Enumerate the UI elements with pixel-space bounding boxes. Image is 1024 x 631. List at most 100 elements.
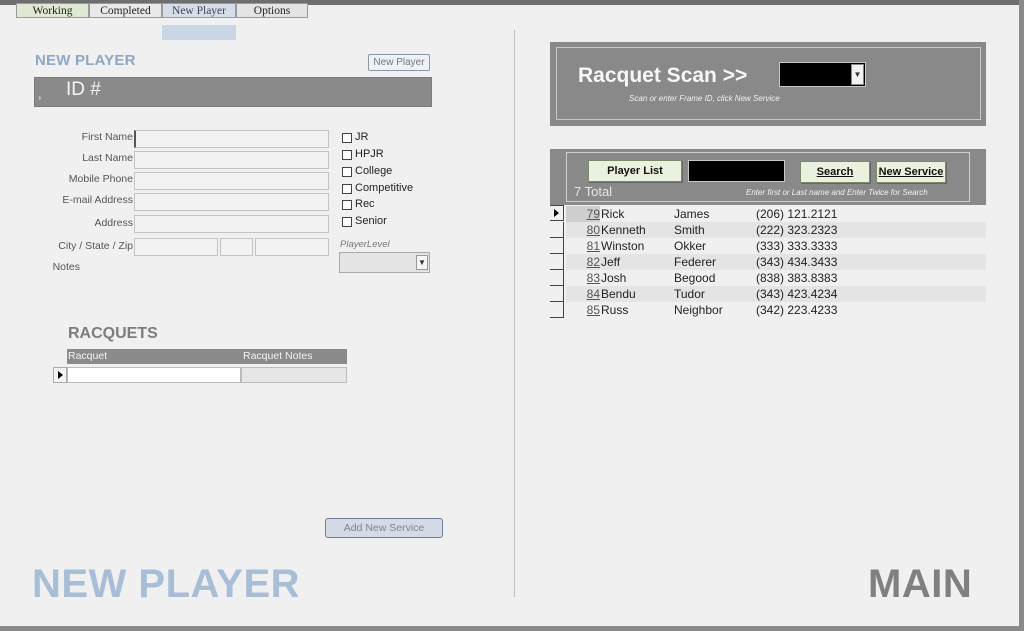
first-name-cell: Rick (601, 207, 625, 221)
email-label: E-mail Address (62, 194, 133, 206)
last-name-cell: Begood (674, 271, 716, 285)
phone-cell: (343) 423.4234 (756, 287, 838, 301)
player-list-button[interactable]: Player List (588, 160, 682, 182)
table-row[interactable]: 79 Rick James (206) 121.2121 (566, 206, 986, 222)
first-name-cell: Jeff (601, 255, 621, 269)
footer-label-main: MAIN (868, 562, 973, 606)
checkbox-icon[interactable] (342, 217, 352, 227)
city-field[interactable] (134, 238, 218, 256)
racquet-scan-title: Racquet Scan >> (578, 64, 748, 87)
last-name-cell: Neighbor (674, 303, 723, 317)
tab-new-player[interactable]: New Player (162, 3, 236, 18)
first-name-cell: Russ (601, 303, 629, 317)
tab-working[interactable]: Working (16, 3, 89, 18)
checkbox-icon[interactable] (342, 150, 352, 160)
last-name-label: Last Name (82, 152, 133, 164)
table-row[interactable]: 84 Bendu Tudor (343) 423.4234 (566, 286, 986, 302)
new-player-button[interactable]: New Player (368, 54, 430, 71)
racquet-cell[interactable] (67, 367, 241, 383)
phone-cell: (343) 434.3433 (756, 255, 838, 269)
add-new-service-button[interactable]: Add New Service (325, 518, 443, 538)
first-name-cell: Kenneth (601, 223, 646, 237)
table-row[interactable]: 85 Russ Neighbor (342) 223.4233 (566, 302, 986, 318)
tab-completed[interactable]: Completed (89, 3, 162, 18)
player-id-link[interactable]: 82 (566, 254, 600, 270)
record-selector[interactable] (53, 367, 67, 383)
mobile-phone-field[interactable] (134, 172, 329, 190)
last-name-cell: James (674, 207, 710, 221)
current-record-icon (554, 209, 559, 217)
address-label: Address (94, 217, 133, 229)
search-hint: Enter first or Last name and Enter Twice… (746, 188, 928, 197)
row-selector[interactable] (550, 270, 564, 286)
checkbox-icon[interactable] (342, 184, 352, 194)
section-title: NEW PLAYER (35, 52, 136, 69)
id-prefix: , (38, 86, 42, 101)
table-row[interactable]: 82 Jeff Federer (343) 434.3433 (566, 254, 986, 270)
last-name-cell: Tudor (674, 287, 705, 301)
city-state-zip-label: City / State / Zip (58, 240, 133, 252)
window-bottom-border (0, 626, 1024, 631)
total-count: 7 Total (574, 184, 613, 199)
pane-divider (514, 30, 515, 597)
phone-cell: (333) 333.3333 (756, 239, 838, 253)
row-selector[interactable] (550, 302, 564, 318)
player-level-select[interactable]: ▼ (339, 252, 430, 273)
first-name-cell: Bendu (601, 287, 636, 301)
email-field[interactable] (134, 193, 329, 211)
tab-strip-line (16, 17, 308, 18)
first-name-cell: Josh (601, 271, 627, 285)
new-service-button[interactable]: New Service (876, 161, 946, 183)
racquet-notes-column-header: Racquet Notes (243, 350, 313, 362)
zip-field[interactable] (255, 238, 329, 256)
notes-label: Notes (52, 261, 80, 273)
last-name-cell: Okker (674, 239, 707, 253)
mobile-phone-label: Mobile Phone (68, 173, 133, 185)
first-name-cell: Winston (601, 239, 645, 253)
row-selector[interactable] (550, 254, 564, 270)
player-id-link[interactable]: 80 (566, 222, 600, 238)
search-button[interactable]: Search (800, 161, 870, 183)
row-selector[interactable] (550, 238, 564, 254)
address-field[interactable] (134, 215, 329, 233)
last-name-cell: Smith (674, 223, 705, 237)
id-label: ID # (66, 79, 101, 100)
active-tab-indicator (162, 25, 236, 40)
phone-cell: (206) 121.2121 (756, 207, 838, 221)
chevron-down-icon[interactable]: ▼ (851, 64, 864, 85)
checkbox-icon[interactable] (342, 167, 352, 177)
racquet-column-header: Racquet (68, 350, 108, 362)
search-input[interactable] (688, 160, 785, 182)
new-service-label: New Service (878, 166, 944, 178)
row-selector[interactable] (550, 205, 564, 221)
last-name-field[interactable] (134, 151, 329, 169)
racquets-header: Racquet Racquet Notes (67, 349, 347, 364)
row-selector[interactable] (550, 222, 564, 238)
current-record-icon (58, 371, 63, 379)
chevron-down-icon[interactable]: ▼ (416, 255, 428, 270)
table-row[interactable]: 80 Kenneth Smith (222) 323.2323 (566, 222, 986, 238)
state-field[interactable] (220, 238, 253, 256)
racquet-notes-cell[interactable] (241, 367, 347, 383)
table-row[interactable]: 83 Josh Begood (838) 383.8383 (566, 270, 986, 286)
player-id-link[interactable]: 84 (566, 286, 600, 302)
scan-hint: Scan or enter Frame ID, click New Servic… (629, 94, 780, 103)
tab-options[interactable]: Options (236, 3, 308, 18)
phone-cell: (222) 323.2323 (756, 223, 838, 237)
window-right-border (1019, 0, 1024, 631)
checkbox-icon[interactable] (342, 133, 352, 143)
footer-label-new-player: NEW PLAYER (32, 562, 301, 606)
player-id-link[interactable]: 81 (566, 238, 600, 254)
player-id-link[interactable]: 85 (566, 302, 600, 318)
player-id-link[interactable]: 79 (566, 206, 600, 222)
table-row[interactable]: 81 Winston Okker (333) 333.3333 (566, 238, 986, 254)
player-level-label: PlayerLevel (340, 239, 390, 250)
phone-cell: (838) 383.8383 (756, 271, 838, 285)
checkbox-icon[interactable] (342, 200, 352, 210)
player-id-link[interactable]: 83 (566, 270, 600, 286)
first-name-field[interactable] (134, 130, 329, 148)
first-name-label: First Name (81, 131, 133, 143)
row-selector[interactable] (550, 286, 564, 302)
racquets-title: RACQUETS (68, 325, 158, 342)
last-name-cell: Federer (674, 255, 717, 269)
